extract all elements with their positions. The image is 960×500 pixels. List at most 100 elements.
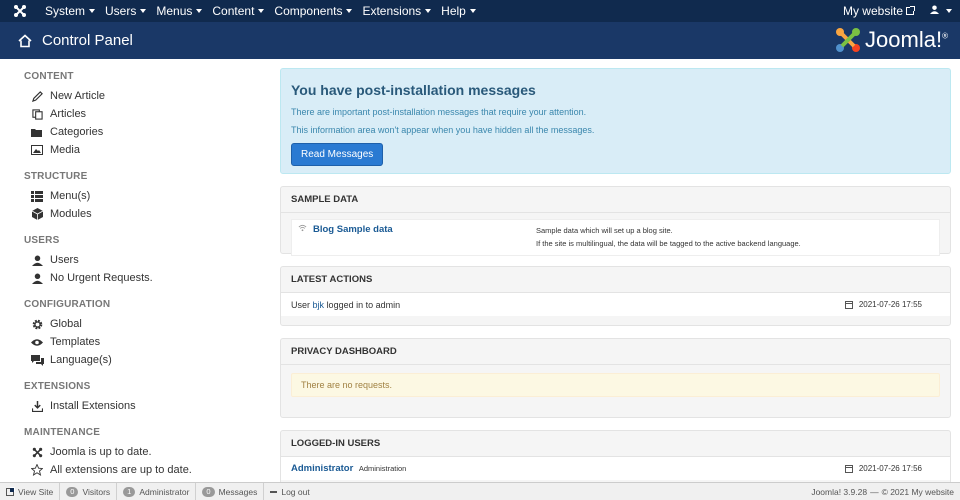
pencil-icon bbox=[30, 89, 44, 103]
copy-icon bbox=[30, 107, 44, 121]
user-icon bbox=[30, 271, 44, 285]
sidebar-item-privacy-requests[interactable]: No Urgent Requests. bbox=[24, 269, 268, 287]
calendar-icon bbox=[844, 300, 853, 309]
sidebar-item-extensions-update[interactable]: All extensions are up to date. bbox=[24, 461, 268, 479]
caret-down-icon bbox=[346, 9, 353, 13]
nav-menus[interactable]: Menus bbox=[151, 0, 207, 22]
action-text: User bjk logged in to admin bbox=[291, 299, 401, 310]
version-text: Joomla! 3.9.28 bbox=[811, 487, 868, 497]
action-user-link[interactable]: bjk bbox=[313, 300, 325, 310]
home-icon bbox=[18, 33, 32, 47]
panel-header: SAMPLE DATA bbox=[281, 187, 950, 213]
joomla-logo-icon bbox=[836, 28, 861, 52]
sidebar-item-global[interactable]: Global bbox=[24, 315, 268, 333]
caret-down-icon bbox=[425, 9, 432, 13]
sidebar-header-maintenance: MAINTENANCE bbox=[24, 427, 101, 438]
logged-in-date: 2021-07-26 17:56 bbox=[844, 464, 922, 473]
nav-system[interactable]: System bbox=[40, 0, 100, 22]
sidebar-header-configuration: CONFIGURATION bbox=[24, 299, 111, 310]
sample-data-panel: SAMPLE DATA Blog Sample data Sample data… bbox=[280, 186, 951, 256]
my-website-link[interactable]: My website bbox=[835, 0, 922, 22]
comments-icon bbox=[30, 353, 44, 367]
calendar-icon bbox=[844, 464, 853, 473]
list-item: Administrator Administration 2021-07-26 … bbox=[281, 457, 950, 480]
copyright-text: © 2021 My website bbox=[881, 487, 954, 497]
sidebar-item-joomla-update[interactable]: Joomla is up to date. bbox=[24, 443, 268, 461]
sidebar-header-extensions: EXTENSIONS bbox=[24, 381, 91, 392]
latest-actions-panel: LATEST ACTIONS User bjk logged in to adm… bbox=[280, 266, 951, 326]
admin-count-badge: 1 bbox=[123, 486, 136, 497]
logout-link[interactable]: Log out bbox=[264, 483, 315, 500]
cog-icon bbox=[30, 317, 44, 331]
sample-data-row: Blog Sample data Sample data which will … bbox=[291, 219, 940, 256]
star-icon bbox=[30, 463, 44, 477]
page-header: Control Panel Joomla!® bbox=[0, 22, 960, 59]
sample-data-desc-2: If the site is multilingual, the data wi… bbox=[536, 239, 801, 248]
user-menu[interactable] bbox=[922, 0, 960, 22]
logged-in-user-link[interactable]: Administrator bbox=[291, 463, 353, 474]
sidebar: CONTENT New Article Articles Categories … bbox=[0, 59, 268, 482]
page-title: Control Panel bbox=[42, 32, 133, 49]
external-link-icon bbox=[6, 486, 15, 496]
list-item: User bjk logged in to admin 2021-07-26 1… bbox=[281, 293, 950, 316]
download-icon bbox=[30, 399, 44, 413]
wifi-icon bbox=[298, 224, 307, 234]
sidebar-item-templates[interactable]: Templates bbox=[24, 333, 268, 351]
user-icon bbox=[30, 253, 44, 267]
joomla-icon bbox=[30, 445, 44, 459]
sidebar-item-menus[interactable]: Menu(s) bbox=[24, 187, 268, 205]
panel-header: PRIVACY DASHBOARD bbox=[281, 339, 950, 365]
sidebar-item-users[interactable]: Users bbox=[24, 251, 268, 269]
logged-in-user-client: Administration bbox=[358, 464, 407, 473]
sidebar-header-content: CONTENT bbox=[24, 71, 74, 82]
sidebar-item-new-article[interactable]: New Article bbox=[24, 87, 268, 105]
nav-content[interactable]: Content bbox=[207, 0, 269, 22]
visitors-status[interactable]: 0 Visitors bbox=[60, 482, 118, 500]
panel-header: LATEST ACTIONS bbox=[281, 267, 950, 293]
sample-data-desc-1: Sample data which will set up a blog sit… bbox=[536, 226, 673, 235]
privacy-dashboard-panel: PRIVACY DASHBOARD There are no requests. bbox=[280, 338, 951, 418]
list-icon bbox=[30, 189, 44, 203]
sidebar-item-modules[interactable]: Modules bbox=[24, 205, 268, 223]
no-requests-alert: There are no requests. bbox=[291, 373, 940, 397]
caret-down-icon bbox=[140, 9, 147, 13]
status-bar: View Site 0 Visitors 1 Administrator 0 M… bbox=[0, 482, 960, 500]
caret-down-icon bbox=[89, 9, 96, 13]
cube-icon bbox=[30, 207, 44, 221]
postinstall-alert: You have post-installation messages Ther… bbox=[280, 68, 951, 174]
messages-count-badge: 0 bbox=[202, 486, 215, 497]
sidebar-item-languages[interactable]: Language(s) bbox=[24, 351, 268, 369]
main-content: You have post-installation messages Ther… bbox=[280, 59, 951, 490]
sidebar-header-users: USERS bbox=[24, 235, 60, 246]
postinstall-title: You have post-installation messages bbox=[291, 82, 536, 98]
sidebar-item-categories[interactable]: Categories bbox=[24, 123, 268, 141]
image-icon bbox=[30, 143, 44, 157]
postinstall-text-1: There are important post-installation me… bbox=[291, 107, 587, 117]
caret-down-icon bbox=[469, 9, 476, 13]
sidebar-item-media[interactable]: Media bbox=[24, 141, 268, 159]
eye-icon bbox=[30, 335, 44, 349]
logged-in-users-panel: LOGGED-IN USERS Administrator Administra… bbox=[280, 430, 951, 490]
sidebar-header-structure: STRUCTURE bbox=[24, 171, 88, 182]
view-site-link[interactable]: View Site bbox=[0, 482, 61, 500]
nav-components[interactable]: Components bbox=[269, 0, 357, 22]
caret-down-icon bbox=[946, 9, 952, 13]
panel-header: LOGGED-IN USERS bbox=[281, 431, 950, 457]
administrator-status[interactable]: 1 Administrator bbox=[117, 482, 197, 500]
folder-icon bbox=[30, 125, 44, 139]
nav-extensions[interactable]: Extensions bbox=[357, 0, 436, 22]
version-info: Joomla! 3.9.28 — © 2021 My website bbox=[811, 487, 954, 497]
nav-help[interactable]: Help bbox=[436, 0, 481, 22]
read-messages-button[interactable]: Read Messages bbox=[291, 143, 384, 166]
blog-sample-data-link[interactable]: Blog Sample data bbox=[313, 224, 393, 235]
joomla-menu-icon[interactable] bbox=[0, 0, 40, 22]
nav-users[interactable]: Users bbox=[100, 0, 151, 22]
messages-status[interactable]: 0 Messages bbox=[196, 482, 265, 500]
external-link-icon bbox=[906, 6, 915, 15]
sidebar-item-articles[interactable]: Articles bbox=[24, 105, 268, 123]
sidebar-item-install-extensions[interactable]: Install Extensions bbox=[24, 397, 268, 415]
caret-down-icon bbox=[258, 9, 265, 13]
action-date: 2021-07-26 17:55 bbox=[844, 300, 922, 309]
top-navbar: System Users Menus Content Components Ex… bbox=[0, 0, 960, 22]
postinstall-text-2: This information area won't appear when … bbox=[291, 125, 595, 135]
